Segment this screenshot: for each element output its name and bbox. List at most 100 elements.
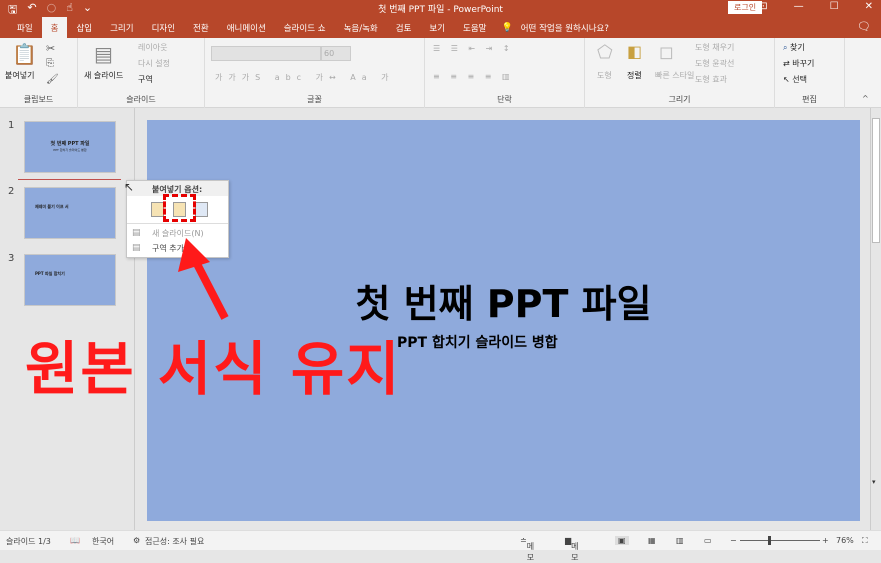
thumbnail-title: 제레미 블기 이프 서 xyxy=(35,204,69,209)
shape-outline-button[interactable]: 도형 윤곽선 xyxy=(695,58,734,69)
lightbulb-icon: 💡 xyxy=(501,22,513,33)
tab-draw[interactable]: 그리기 xyxy=(101,19,142,37)
accessibility-icon: ⚙ xyxy=(133,536,141,545)
reading-view-icon[interactable]: ▥ xyxy=(676,536,684,545)
copy-icon[interactable]: ⎘ xyxy=(46,58,54,69)
zoom-slider-thumb[interactable] xyxy=(768,536,771,545)
scroll-down-icon[interactable]: ▾ xyxy=(872,478,876,486)
replace-button[interactable]: ⇄ 바꾸기 xyxy=(783,58,814,69)
format-painter-icon[interactable]: 🖌 xyxy=(46,74,59,85)
title-bar: 🖫 ↶ ○ ☝ ⌄ 첫 번째 PPT 파일 - PowerPoint 로그인 ⊡… xyxy=(0,0,881,17)
replace-label: 바꾸기 xyxy=(792,59,815,68)
tell-me-input[interactable]: 어떤 작업을 원하시나요? xyxy=(521,22,609,34)
slide-counter: 슬라이드 1/3 xyxy=(6,537,51,546)
font-name-input[interactable] xyxy=(211,46,321,61)
shapes-button[interactable]: 도형 xyxy=(597,70,612,81)
list-buttons[interactable]: ☰ ☰ ⇤ ⇥ ↕ xyxy=(433,44,514,53)
paragraph-label: 단락 xyxy=(497,95,512,104)
tab-home[interactable]: 홈 xyxy=(41,17,68,38)
slideshow-icon[interactable]: ▭ xyxy=(704,536,712,545)
menu-item-add-section[interactable]: 구역 추가 xyxy=(152,243,184,254)
tab-review[interactable]: 검토 xyxy=(387,19,421,37)
slide-number: 1 xyxy=(8,120,15,131)
maximize-icon[interactable]: ☐ xyxy=(830,1,839,12)
layout-button[interactable]: 레이아웃 xyxy=(138,42,167,53)
notes-button[interactable]: ≐ 메모 xyxy=(520,536,534,562)
slides-label: 슬라이드 xyxy=(126,95,156,104)
thumbnail-title: PPT 파일 합치기 xyxy=(35,271,65,276)
slide-thumbnail-2[interactable]: 제레미 블기 이프 서 xyxy=(24,187,116,239)
cut-icon[interactable]: ✂ xyxy=(46,42,55,55)
quick-styles-icon[interactable]: ◻ xyxy=(659,42,674,63)
slide-thumbnail-3[interactable]: PPT 파일 합치기 xyxy=(24,254,116,306)
shapes-icon[interactable]: ⬠ xyxy=(597,42,613,63)
close-icon[interactable]: ✕ xyxy=(865,1,873,12)
reset-button[interactable]: 다시 설정 xyxy=(138,58,170,69)
slide-thumbnail-1[interactable]: 첫 번째 PPT 파일 PPT 합치기 슬라이드 병합 xyxy=(24,121,116,173)
spellcheck-icon[interactable]: 📖 xyxy=(70,536,80,545)
slide-subtitle[interactable]: PPT 합치기 슬라이드 병합 xyxy=(397,332,558,352)
minimize-icon[interactable]: — xyxy=(794,1,804,12)
zoom-level[interactable]: 76% xyxy=(836,536,854,545)
font-format-buttons[interactable]: 가가가S abc 가↔ Aa 가 xyxy=(215,72,395,83)
quick-styles-button[interactable]: 빠른 스타일 xyxy=(655,70,694,81)
font-label: 글꼴 xyxy=(307,95,322,104)
zoom-in-button[interactable]: + xyxy=(822,536,829,545)
paste-icon[interactable]: 📋 xyxy=(12,42,37,66)
tab-help[interactable]: 도움말 xyxy=(454,19,495,37)
tab-animations[interactable]: 애니메이션 xyxy=(218,19,275,37)
slide-number: 2 xyxy=(8,186,15,197)
tab-design[interactable]: 디자인 xyxy=(143,19,184,37)
collapse-ribbon-icon[interactable]: ^ xyxy=(862,94,869,103)
slide-sorter-icon[interactable]: ▦ xyxy=(648,536,656,545)
comments-icon[interactable]: 🗨 xyxy=(857,20,871,33)
status-bar: 슬라이드 1/3 📖 한국어 ⚙ 접근성: 조사 필요 ≐ 메모 ▆ 메모 ▣ … xyxy=(0,530,881,562)
shape-fill-button[interactable]: 도형 채우기 xyxy=(695,42,734,53)
tab-file[interactable]: 파일 xyxy=(8,19,42,37)
arrange-icon[interactable]: ◧ xyxy=(627,42,642,61)
new-slide-icon[interactable]: ▤ xyxy=(94,42,113,66)
comments-button[interactable]: ▆ 메모 xyxy=(565,536,579,562)
comments-label: 메모 xyxy=(571,542,579,562)
tab-slideshow[interactable]: 슬라이드 쇼 xyxy=(275,19,335,37)
insertion-line xyxy=(18,179,121,180)
align-buttons[interactable]: ≡ ≡ ≡ ≡ ▥ xyxy=(433,72,514,81)
tab-view[interactable]: 보기 xyxy=(420,19,454,37)
highlight-box xyxy=(163,194,196,222)
zoom-out-button[interactable]: − xyxy=(730,536,737,545)
mouse-cursor-icon: ↖ xyxy=(124,180,135,194)
section-button[interactable]: 구역 xyxy=(138,74,153,85)
tab-insert[interactable]: 삽입 xyxy=(67,19,101,37)
ribbon-display-icon[interactable]: ⊡ xyxy=(759,1,767,12)
replace-icon: ⇄ xyxy=(783,59,790,68)
menu-item-new-slide[interactable]: 새 슬라이드(N) xyxy=(152,228,204,239)
font-size-input[interactable]: 60 xyxy=(321,46,351,61)
ribbon-tabs: 파일 홈 삽입 그리기 디자인 전환 애니메이션 슬라이드 쇼 녹음/녹화 검토… xyxy=(0,17,881,38)
tab-record[interactable]: 녹음/녹화 xyxy=(335,19,387,37)
new-slide-icon: ▤ xyxy=(132,228,141,238)
normal-view-icon[interactable]: ▣ xyxy=(615,536,629,545)
arrange-button[interactable]: 정렬 xyxy=(627,70,642,81)
login-button[interactable]: 로그인 xyxy=(728,1,763,14)
picture-icon[interactable] xyxy=(195,202,208,217)
paste-button[interactable]: 붙여넣기 xyxy=(5,70,34,81)
zoom-slider[interactable] xyxy=(740,540,820,541)
select-button[interactable]: ↖ 선택 xyxy=(783,74,807,85)
select-label: 선택 xyxy=(792,75,807,84)
slide-thumbnail-panel: 1 첫 번째 PPT 파일 PPT 합치기 슬라이드 병합 2 제레미 블기 이… xyxy=(0,108,135,530)
slides-group: ▤ 새 슬라이드 레이아웃 다시 설정 구역 슬라이드 xyxy=(78,38,205,108)
thumbnail-title: 첫 번째 PPT 파일 xyxy=(50,141,90,147)
find-button[interactable]: ⌕ 찾기 xyxy=(783,42,805,53)
shape-effects-button[interactable]: 도형 효과 xyxy=(695,74,727,85)
vertical-scrollbar[interactable]: ▾ xyxy=(870,108,881,530)
fit-to-window-icon[interactable]: ⛶ xyxy=(862,536,868,546)
new-slide-button[interactable]: 새 슬라이드 xyxy=(84,70,123,81)
language[interactable]: 한국어 xyxy=(92,536,114,547)
slide-canvas[interactable]: 첫 번째 PPT 파일 PPT 합치기 슬라이드 병합 xyxy=(147,120,860,521)
scroll-thumb[interactable] xyxy=(872,118,880,243)
paragraph-group: ☰ ☰ ⇤ ⇥ ↕ ≡ ≡ ≡ ≡ ▥ 단락 xyxy=(425,38,585,108)
tab-transitions[interactable]: 전환 xyxy=(184,19,218,37)
accessibility-status[interactable]: 접근성: 조사 필요 xyxy=(145,536,204,547)
annotation-text: 원본 서식 유지 xyxy=(25,335,402,403)
slide-title[interactable]: 첫 번째 PPT 파일 xyxy=(147,273,860,328)
